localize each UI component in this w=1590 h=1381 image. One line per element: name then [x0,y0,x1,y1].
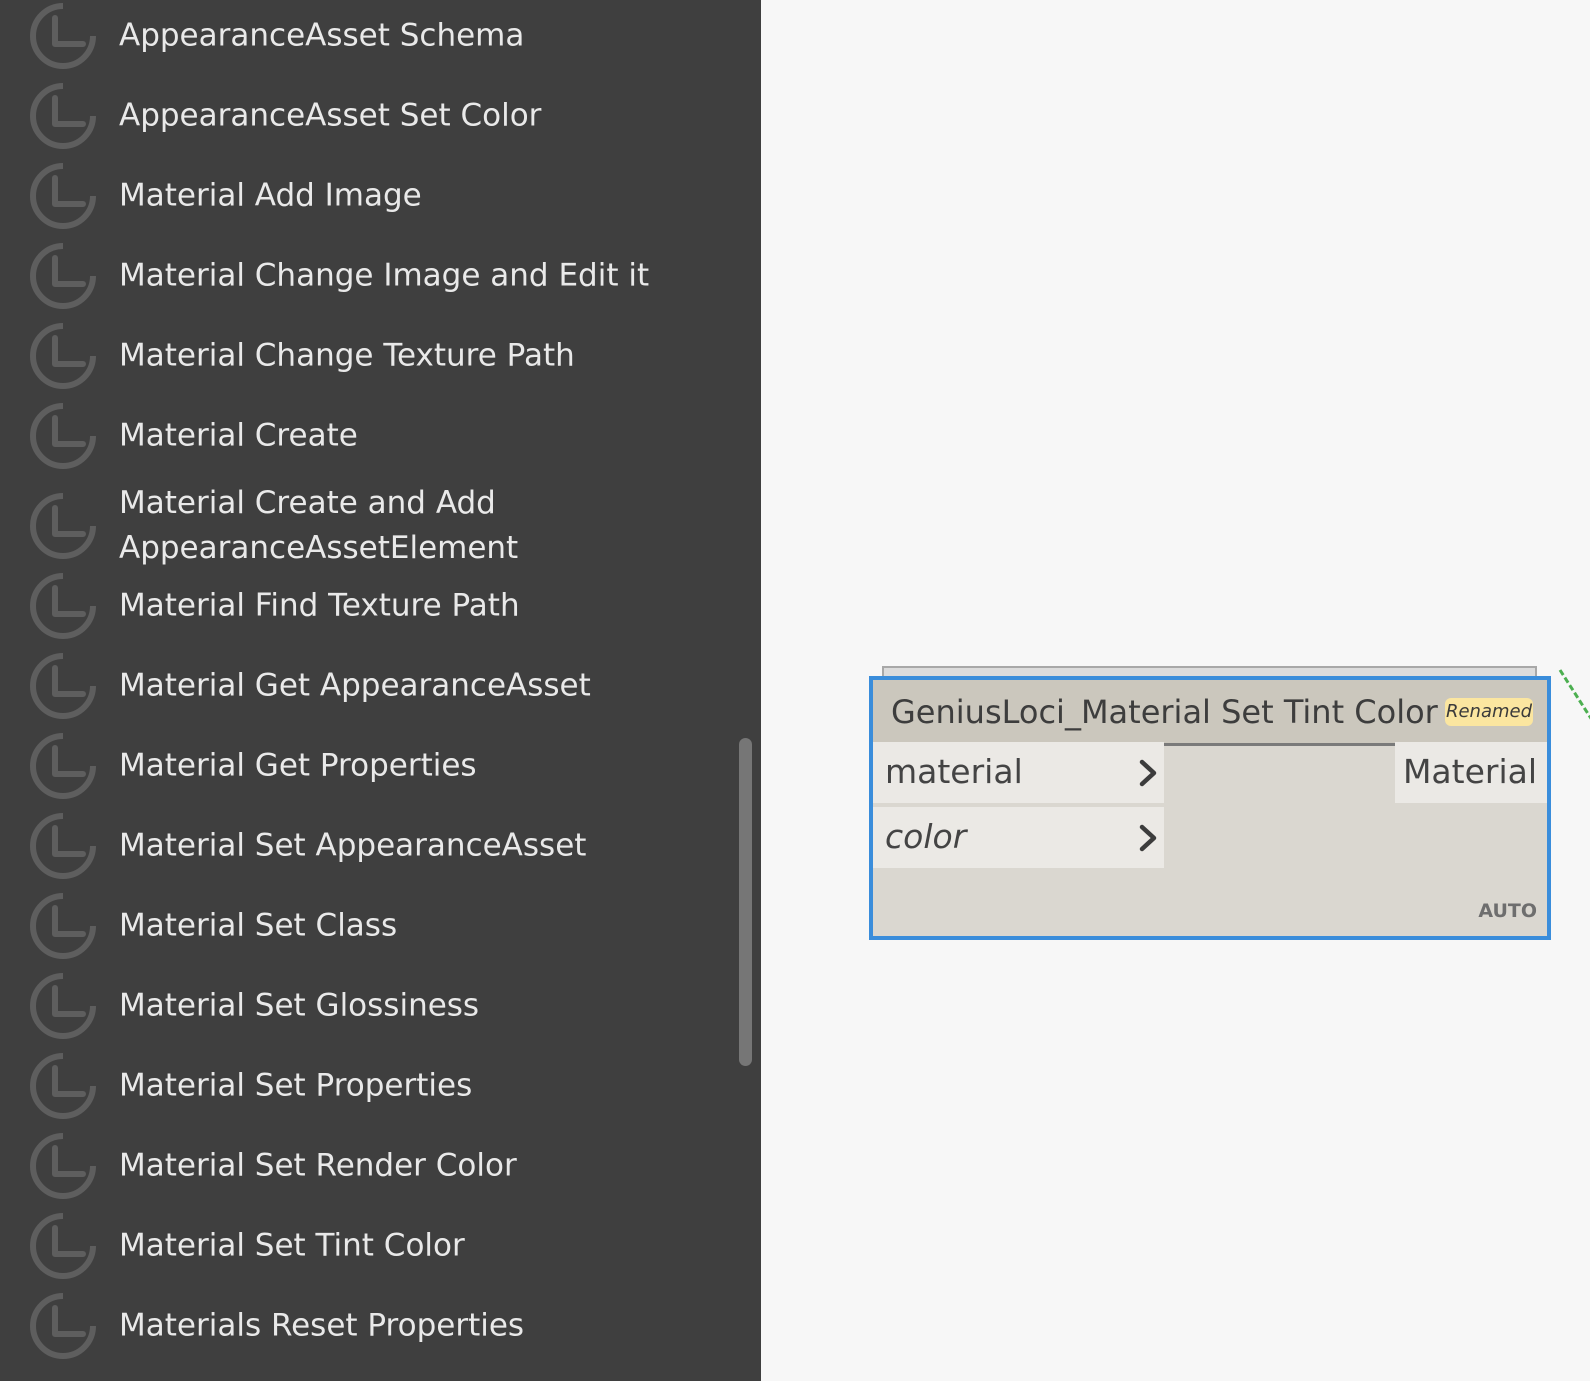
genius-loci-icon [30,242,96,309]
library-item-material-set-properties[interactable]: Material Set Properties [0,1050,735,1121]
connector-wire [1558,669,1590,720]
library-item-label: Material Set Properties [119,1067,473,1103]
library-item-material-set-appearanceasset[interactable]: Material Set AppearanceAsset [0,810,735,881]
library-item-label: Material Set Render Color [119,1147,517,1183]
library-scrollbar-thumb[interactable] [739,738,752,1066]
library-item-label: Material Change Texture Path [119,337,575,373]
genius-loci-icon [30,1132,96,1199]
input-port-label: material [885,752,1023,791]
genius-loci-icon [30,1052,96,1119]
genius-loci-icon [30,402,96,469]
library-item-label: Material Set AppearanceAsset [119,827,587,863]
genius-loci-icon [30,652,96,719]
library-item-material-change-image-and-edit-it[interactable]: Material Change Image and Edit it [0,240,735,311]
library-item-label: Material Add Image [119,177,422,213]
library-item-material-add-image[interactable]: Material Add Image [0,160,735,231]
output-port-material[interactable]: Material [1395,742,1547,803]
genius-loci-icon [30,322,96,389]
genius-loci-icon [30,1212,96,1279]
genius-loci-icon [30,492,96,559]
library-item-label: Material Change Image and Edit it [119,257,650,293]
lacing-indicator[interactable]: AUTO [1478,900,1537,922]
library-item-label: Material Find Texture Path [119,587,520,623]
genius-loci-icon [30,572,96,639]
library-item-appearanceasset-set-color[interactable]: AppearanceAsset Set Color [0,80,735,151]
node-title: GeniusLoci_Material Set Tint Color [891,693,1438,731]
library-item-label: AppearanceAsset Set Color [119,97,542,133]
genius-loci-icon [30,162,96,229]
input-port-material[interactable]: material [873,742,1164,803]
genius-loci-icon [30,732,96,799]
genius-loci-icon [30,1292,96,1359]
chevron-right-icon [1139,759,1157,787]
genius-loci-icon [30,2,96,69]
library-item-label: Material Create [119,417,358,453]
library-item-materials-reset-properties[interactable]: Materials Reset Properties [0,1290,735,1361]
library-item-material-set-render-color[interactable]: Material Set Render Color [0,1130,735,1201]
library-item-material-set-class[interactable]: Material Set Class [0,890,735,961]
library-item-label: Material Get Properties [119,747,477,783]
genius-loci-icon [30,812,96,879]
library-item-material-set-glossiness[interactable]: Material Set Glossiness [0,970,735,1041]
library-item-label: Material Set Glossiness [119,987,480,1023]
library-item-label: Material Set Tint Color [119,1227,465,1263]
node-library-panel: AppearanceAsset Schema AppearanceAsset S… [0,0,761,1381]
library-item-material-change-texture-path[interactable]: Material Change Texture Path [0,320,735,391]
genius-loci-icon [30,892,96,959]
library-item-material-set-tint-color[interactable]: Material Set Tint Color [0,1210,735,1281]
library-item-material-get-appearanceasset[interactable]: Material Get AppearanceAsset [0,650,735,721]
library-item-label: Material Get AppearanceAsset [119,667,591,703]
genius-loci-icon [30,972,96,1039]
renamed-badge: Renamed [1445,698,1533,726]
library-item-material-get-properties[interactable]: Material Get Properties [0,730,735,801]
library-item-material-create-and-add-appearanceassetelement[interactable]: Material Create and Add AppearanceAssetE… [0,478,735,573]
library-item-label: AppearanceAsset Schema [119,17,525,53]
tint-color-node[interactable]: GeniusLoci_Material Set Tint Color Renam… [869,676,1551,940]
output-port-label: Material [1402,752,1537,791]
library-item-material-find-texture-path[interactable]: Material Find Texture Path [0,570,735,641]
library-item-appearanceasset-schema[interactable]: AppearanceAsset Schema [0,0,735,71]
node-header[interactable]: GeniusLoci_Material Set Tint Color Renam… [873,680,1547,746]
library-item-label: Materials Reset Properties [119,1307,525,1343]
library-item-label: Material Create and Add AppearanceAssetE… [119,484,519,566]
genius-loci-icon [30,82,96,149]
library-item-material-create[interactable]: Material Create [0,400,735,471]
input-port-label: color [885,817,967,856]
chevron-right-icon [1139,824,1157,852]
library-item-label: Material Set Class [119,907,398,943]
input-port-color[interactable]: color [873,807,1164,868]
